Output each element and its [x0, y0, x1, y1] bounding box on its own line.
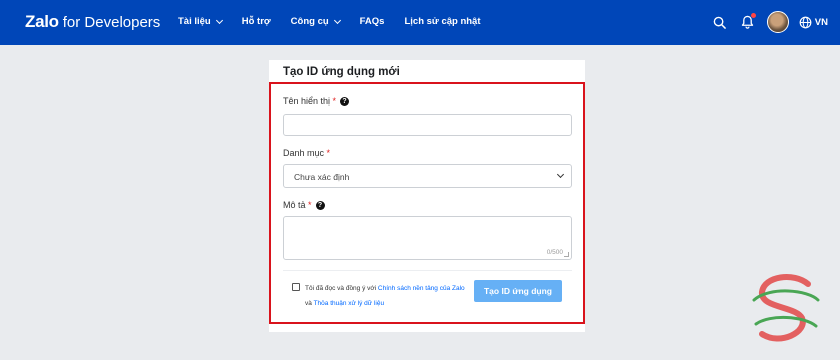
header-actions: VN — [711, 11, 828, 33]
nav-item-tools[interactable]: Công cụ — [290, 16, 341, 27]
nav-item-support[interactable]: Hỗ trợ — [242, 16, 271, 27]
chevron-down-icon — [215, 16, 223, 24]
search-icon[interactable] — [711, 13, 729, 31]
bell-icon[interactable] — [739, 13, 757, 31]
nav-item-label: Hỗ trợ — [241, 16, 271, 27]
nav-item-label: Lịch sử cập nhật — [404, 16, 481, 27]
avatar[interactable] — [766, 11, 789, 33]
nav-item-label: Công cụ — [290, 16, 329, 27]
watermark-logo — [752, 274, 820, 342]
page-title: Tạo ID ứng dụng mới — [283, 66, 400, 78]
highlight-frame — [269, 82, 585, 324]
nav-item-label: Tài liệu — [178, 16, 211, 27]
language-switcher[interactable]: VN — [799, 16, 828, 29]
globe-icon — [799, 16, 812, 28]
language-label: VN — [814, 16, 828, 28]
logo-suffix: for Developers — [62, 14, 161, 31]
logo-brand: Zalo — [25, 12, 59, 31]
main-nav: Tài liệu Hỗ trợ Công cụ FAQs Lịch sử cập… — [178, 16, 501, 27]
top-navbar: Zalo for Developers Tài liệu Hỗ trợ Công… — [0, 0, 840, 45]
nav-item-faqs[interactable]: FAQs — [360, 16, 385, 27]
nav-item-label: FAQs — [359, 16, 385, 27]
nav-item-changelog[interactable]: Lịch sử cập nhật — [404, 16, 480, 27]
zalo-developers-logo[interactable]: Zalo for Developers — [25, 12, 160, 32]
chevron-down-icon — [333, 16, 341, 24]
nav-item-docs[interactable]: Tài liệu — [178, 16, 223, 27]
notification-dot — [750, 13, 756, 18]
